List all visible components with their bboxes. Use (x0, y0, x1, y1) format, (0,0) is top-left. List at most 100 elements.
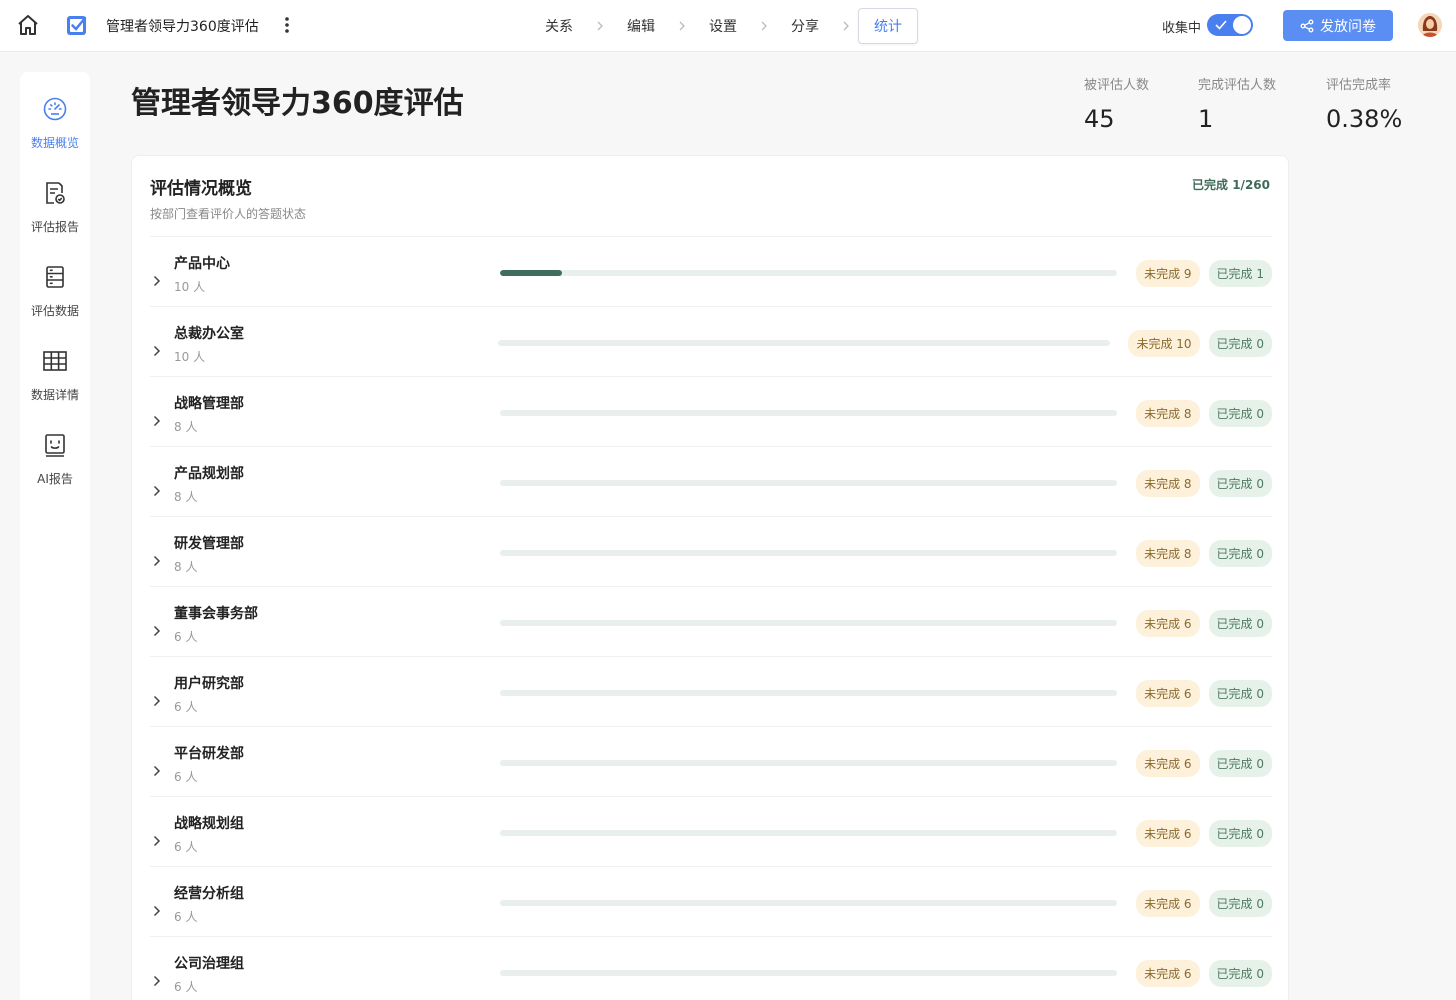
completed-badge: 已完成 0 (1208, 330, 1272, 357)
department-row[interactable]: 董事会事务部 6 人 未完成 6 已完成 0 (150, 586, 1272, 656)
department-name: 公司治理组 (174, 956, 244, 972)
stat-label: 被评估人数 (1084, 78, 1150, 93)
tab-statistics[interactable]: 统计 (858, 8, 918, 44)
department-name: 研发管理部 (174, 536, 244, 552)
collect-status-label: 收集中 (1162, 21, 1202, 36)
sidebar-item-data-overview[interactable]: 数据概览 (20, 72, 90, 156)
chevron-right-icon[interactable] (152, 415, 162, 427)
publish-survey-button[interactable]: 发放问卷 (1283, 10, 1393, 41)
home-icon[interactable] (16, 13, 40, 37)
status-badges: 未完成 6 已完成 0 (1136, 960, 1272, 987)
stat-label: 评估完成率 (1326, 78, 1392, 93)
progress-track (500, 900, 1117, 906)
chevron-right-icon[interactable] (152, 835, 162, 847)
department-row[interactable]: 研发管理部 8 人 未完成 8 已完成 0 (150, 516, 1272, 586)
department-row[interactable]: 产品中心 10 人 未完成 9 已完成 1 (150, 236, 1272, 306)
progress-track (500, 550, 1117, 556)
chevron-right-icon (670, 19, 694, 33)
chevron-right-icon[interactable] (152, 625, 162, 637)
completed-badge: 已完成 0 (1208, 890, 1272, 917)
checkbox-app-icon (67, 16, 87, 35)
chevron-right-icon (834, 19, 858, 33)
sidebar-item-label: 数据详情 (30, 388, 79, 402)
status-badges: 未完成 10 已完成 0 (1128, 330, 1272, 357)
department-row[interactable]: 用户研究部 6 人 未完成 6 已完成 0 (150, 656, 1272, 726)
share-icon (1300, 19, 1314, 32)
stat-evaluated-count: 被评估人数 45 (1084, 74, 1149, 133)
collect-toggle[interactable] (1207, 14, 1253, 36)
department-member-count: 6 人 (174, 770, 198, 784)
sidebar-item-label: AI报告 (37, 472, 73, 486)
status-badges: 未完成 8 已完成 0 (1136, 470, 1272, 497)
chevron-right-icon[interactable] (152, 275, 162, 287)
chevron-right-icon[interactable] (152, 555, 162, 567)
stat-value: 45 (1084, 105, 1115, 133)
chevron-right-icon[interactable] (152, 765, 162, 777)
department-member-count: 6 人 (174, 630, 198, 644)
status-badges: 未完成 6 已完成 0 (1136, 610, 1272, 637)
card-subtitle: 按部门查看评价人的答题状态 (150, 207, 307, 221)
chevron-right-icon[interactable] (152, 975, 162, 987)
completed-badge: 已完成 0 (1208, 470, 1272, 497)
department-member-count: 10 人 (174, 350, 206, 364)
completed-badge: 已完成 1 (1208, 260, 1272, 287)
sidebar-item-evaluation-data[interactable]: 评估数据 (20, 240, 90, 324)
department-row[interactable]: 产品规划部 8 人 未完成 8 已完成 0 (150, 446, 1272, 516)
status-badges: 未完成 6 已完成 0 (1136, 890, 1272, 917)
department-name: 平台研发部 (174, 746, 244, 762)
department-row[interactable]: 总裁办公室 10 人 未完成 10 已完成 0 (150, 306, 1272, 376)
app-title: 管理者领导力360度评估 (106, 19, 259, 35)
sidebar-item-data-details[interactable]: 数据详情 (20, 324, 90, 408)
table-grid-icon (43, 351, 67, 371)
status-badges: 未完成 6 已完成 0 (1136, 750, 1272, 777)
tab-relations[interactable]: 关系 (530, 9, 588, 43)
ai-face-icon (45, 434, 65, 457)
department-name: 总裁办公室 (174, 326, 244, 342)
progress-track (500, 480, 1117, 486)
department-member-count: 8 人 (174, 490, 198, 504)
department-member-count: 10 人 (174, 280, 206, 294)
status-badges: 未完成 8 已完成 0 (1136, 400, 1272, 427)
department-row[interactable]: 公司治理组 6 人 未完成 6 已完成 0 (150, 936, 1272, 1000)
department-name: 战略管理部 (174, 396, 244, 412)
tab-edit[interactable]: 编辑 (612, 9, 670, 43)
completed-badge: 已完成 0 (1208, 960, 1272, 987)
department-name: 战略规划组 (174, 816, 244, 832)
publish-survey-label: 发放问卷 (1320, 18, 1376, 35)
progress-track (500, 760, 1117, 766)
progress-track (500, 620, 1117, 626)
incomplete-badge: 未完成 6 (1136, 680, 1200, 707)
sidebar-item-ai-report[interactable]: AI报告 (20, 408, 90, 492)
dashboard-icon (43, 97, 67, 121)
department-member-count: 6 人 (174, 840, 198, 854)
department-row[interactable]: 经营分析组 6 人 未完成 6 已完成 0 (150, 866, 1272, 936)
user-avatar[interactable] (1418, 13, 1442, 37)
tab-share[interactable]: 分享 (776, 9, 834, 43)
overview-card: 评估情况概览 按部门查看评价人的答题状态 已完成 1/260 产品中心 10 人未… (131, 155, 1289, 1000)
sidebar-item-label: 评估数据 (30, 304, 79, 318)
chevron-right-icon[interactable] (152, 485, 162, 497)
incomplete-badge: 未完成 6 (1136, 960, 1200, 987)
sidebar: 数据概览 评估报告 评估数据 数据详情 AI报告 (20, 72, 90, 1000)
status-badges: 未完成 6 已完成 0 (1136, 820, 1272, 847)
sidebar-item-label: 数据概览 (30, 136, 79, 150)
stat-label: 完成评估人数 (1198, 78, 1277, 93)
completed-badge: 已完成 0 (1208, 750, 1272, 777)
chevron-right-icon[interactable] (152, 905, 162, 917)
department-row[interactable]: 战略管理部 8 人 未完成 8 已完成 0 (150, 376, 1272, 446)
department-member-count: 6 人 (174, 980, 198, 994)
department-name: 用户研究部 (174, 676, 244, 692)
chevron-right-icon[interactable] (152, 345, 162, 357)
sidebar-item-evaluation-report[interactable]: 评估报告 (20, 156, 90, 240)
department-row[interactable]: 战略规划组 6 人 未完成 6 已完成 0 (150, 796, 1272, 866)
progress-track (500, 270, 1117, 276)
stat-completion-rate: 评估完成率 0.38% (1326, 74, 1402, 133)
progress-fill (500, 270, 562, 276)
toggle-knob (1233, 16, 1251, 34)
chevron-right-icon[interactable] (152, 695, 162, 707)
more-vertical-icon[interactable] (280, 14, 294, 36)
department-row[interactable]: 平台研发部 6 人 未完成 6 已完成 0 (150, 726, 1272, 796)
tab-settings[interactable]: 设置 (694, 9, 752, 43)
completed-badge: 已完成 0 (1208, 820, 1272, 847)
check-icon (1215, 20, 1227, 30)
